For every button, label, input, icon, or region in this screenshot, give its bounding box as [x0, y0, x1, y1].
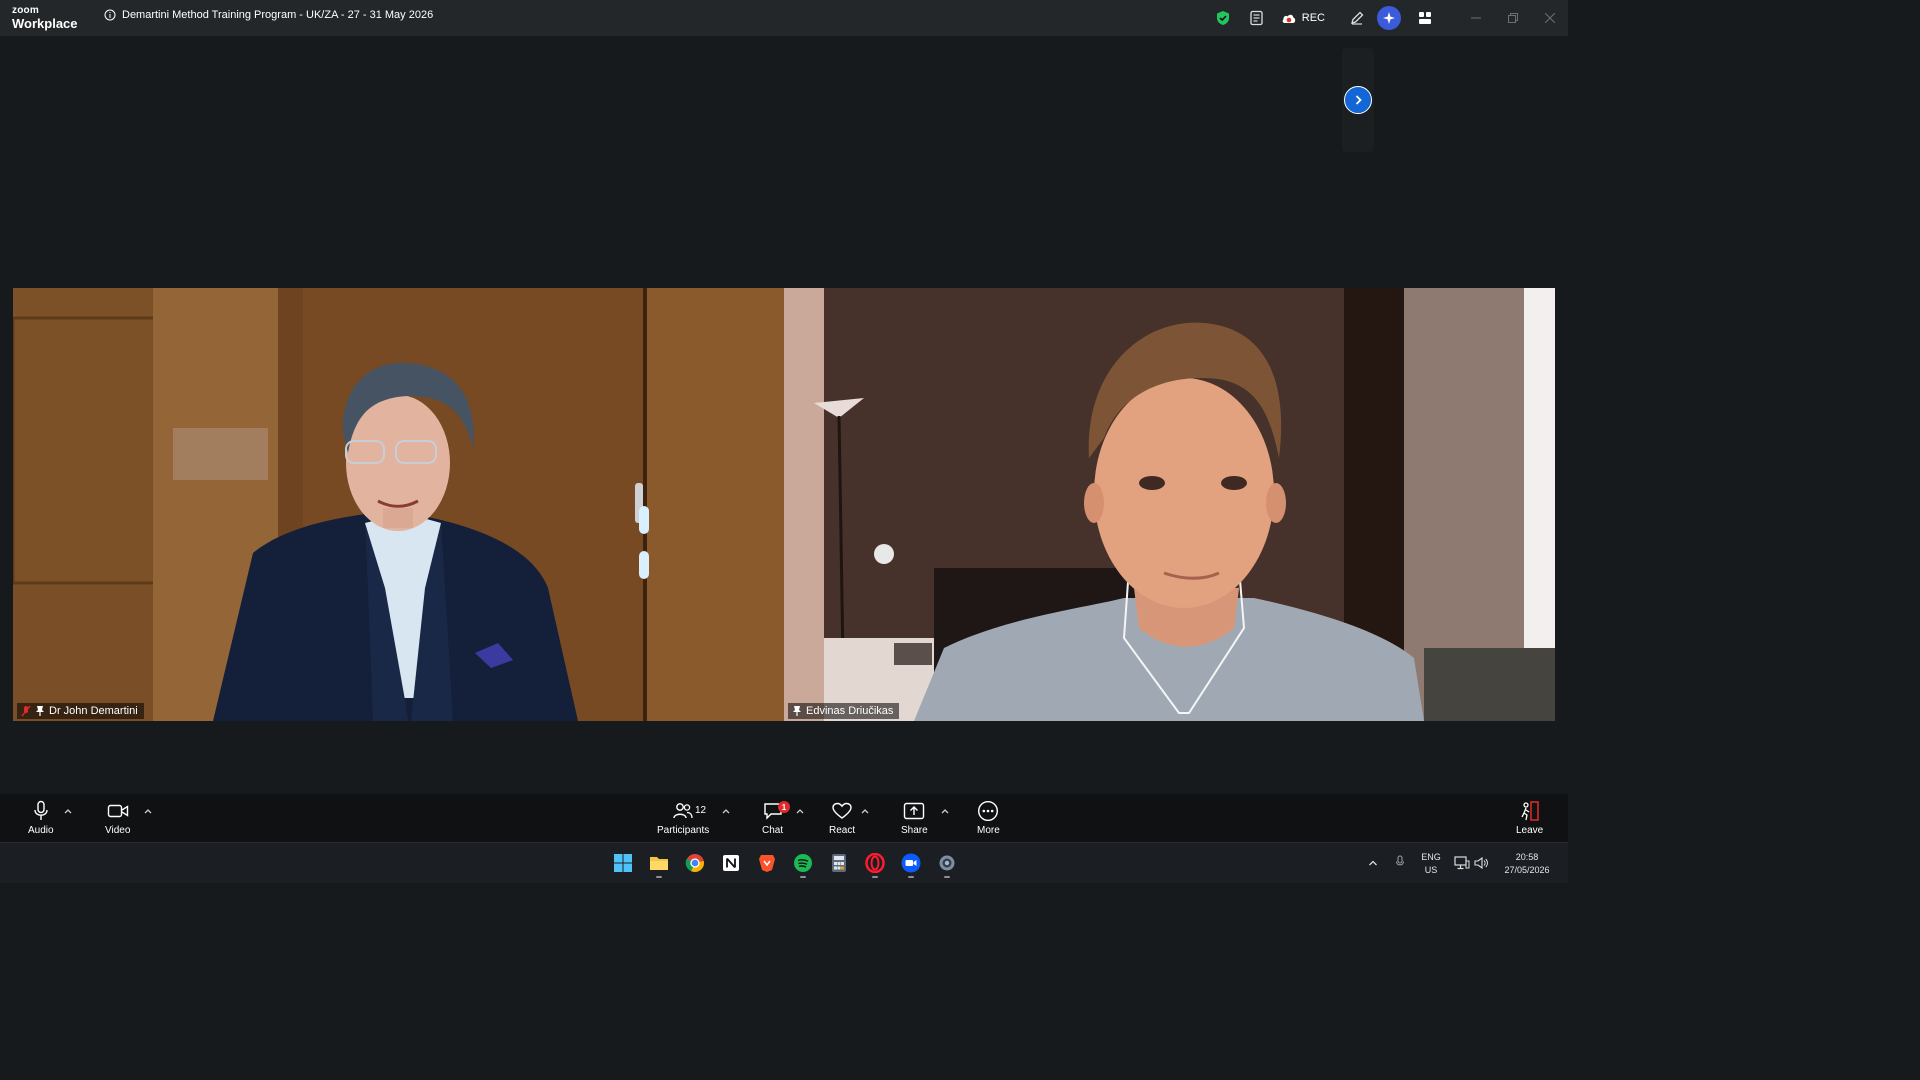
notion-icon[interactable]: [719, 851, 743, 875]
input-language-indicator[interactable]: ENG US: [1418, 851, 1444, 877]
share-screen-icon: [904, 802, 925, 820]
zoom-running-indicator: [908, 876, 914, 878]
language-code: ENG: [1421, 852, 1441, 862]
titlebar-actions: REC: [1199, 0, 1568, 36]
tray-overflow-chevron-icon[interactable]: [1368, 858, 1378, 868]
zoom-workplace-logo: zoom Workplace: [12, 5, 78, 31]
chevron-right-icon: [1355, 95, 1362, 105]
minimize-button[interactable]: [1457, 0, 1494, 36]
settings-running-indicator: [944, 876, 950, 878]
audio-options-caret[interactable]: [63, 806, 73, 816]
participant-name: Edvinas Driučikas: [806, 705, 894, 717]
title-bar: zoom Workplace Demartini Method Training…: [0, 0, 1568, 36]
video-tile-edvinas-driucikas[interactable]: Edvinas Driučikas: [784, 288, 1555, 721]
notes-icon[interactable]: [1247, 8, 1267, 28]
video-tile-dr-john-demartini[interactable]: Dr John Demartini: [13, 288, 784, 721]
keyboard-layout-code: US: [1424, 865, 1438, 875]
participants-options-caret[interactable]: [721, 806, 731, 816]
network-icon[interactable]: [1454, 856, 1470, 870]
chat-unread-badge: 1: [778, 801, 790, 813]
share-label: Share: [901, 825, 928, 836]
video-button[interactable]: Video: [105, 800, 130, 836]
settings-icon[interactable]: [935, 851, 959, 875]
video-camera-icon: [107, 804, 128, 818]
participant-name-tag: Edvinas Driučikas: [788, 703, 900, 719]
audio-button[interactable]: Audio: [28, 800, 54, 836]
pin-icon: [793, 706, 801, 716]
clock-date: 27/05/2026: [1504, 865, 1550, 875]
leave-door-icon: [1521, 801, 1539, 821]
leave-label: Leave: [1516, 825, 1544, 836]
volume-icon[interactable]: [1474, 856, 1488, 870]
info-icon: [104, 9, 116, 21]
windows-taskbar: ENG US 20:58 27/05/2026: [0, 842, 1568, 883]
share-options-caret[interactable]: [940, 806, 950, 816]
video-feed-dr-john-demartini: [13, 288, 784, 721]
chrome-icon[interactable]: [683, 851, 707, 875]
rec-label: REC: [1301, 12, 1325, 24]
file-explorer-running-indicator: [656, 876, 662, 878]
mic-muted-icon: [21, 705, 31, 717]
clock-time: 20:58: [1515, 852, 1539, 862]
opera-running-indicator: [872, 876, 878, 878]
opera-icon[interactable]: [863, 851, 887, 875]
tray-microphone-icon[interactable]: [1395, 855, 1405, 869]
leave-button[interactable]: Leave: [1516, 800, 1543, 836]
next-page-button[interactable]: [1344, 86, 1372, 114]
close-button[interactable]: [1531, 0, 1568, 36]
pin-icon: [36, 706, 44, 716]
chat-label: Chat: [762, 825, 784, 836]
more-label: More: [977, 825, 1000, 836]
more-button[interactable]: More: [977, 800, 1000, 836]
react-button[interactable]: React: [829, 800, 855, 836]
cloud-recording-indicator[interactable]: REC: [1281, 12, 1325, 24]
shield-check-icon[interactable]: [1213, 8, 1233, 28]
video-label: Video: [105, 825, 131, 836]
file-explorer-icon[interactable]: [647, 851, 671, 875]
participants-icon: [673, 803, 693, 819]
zoom-app-icon[interactable]: [899, 851, 923, 875]
restore-button[interactable]: [1494, 0, 1531, 36]
calculator-icon[interactable]: [827, 851, 851, 875]
more-dots-icon: [978, 800, 999, 822]
logo-workplace-text: Workplace: [12, 16, 78, 31]
chat-options-caret[interactable]: [795, 806, 805, 816]
audio-label: Audio: [28, 825, 54, 836]
participants-label: Participants: [657, 825, 710, 836]
microphone-icon: [34, 800, 48, 820]
react-label: React: [829, 825, 856, 836]
meeting-info[interactable]: Demartini Method Training Program - UK/Z…: [104, 9, 433, 21]
react-options-caret[interactable]: [860, 806, 870, 816]
participants-count: 12: [695, 805, 707, 816]
pen-icon[interactable]: [1347, 8, 1367, 28]
windows-start-icon[interactable]: [611, 851, 635, 875]
meeting-title: Demartini Method Training Program - UK/Z…: [122, 9, 434, 21]
ai-companion-icon[interactable]: [1377, 6, 1401, 30]
apps-icon[interactable]: [1415, 8, 1435, 28]
spotify-icon[interactable]: [791, 851, 815, 875]
cloud-rec-icon: [1282, 14, 1295, 23]
spotify-running-indicator: [800, 876, 806, 878]
video-options-caret[interactable]: [143, 806, 153, 816]
heart-icon: [832, 802, 852, 819]
video-feed-edvinas-driucikas: [784, 288, 1555, 721]
share-button[interactable]: Share: [901, 800, 928, 836]
brave-icon[interactable]: [755, 851, 779, 875]
system-clock[interactable]: 20:58 27/05/2026: [1496, 851, 1558, 877]
participant-name: Dr John Demartini: [49, 705, 138, 717]
participant-name-tag: Dr John Demartini: [17, 703, 144, 719]
logo-zoom-text: zoom: [12, 5, 39, 16]
